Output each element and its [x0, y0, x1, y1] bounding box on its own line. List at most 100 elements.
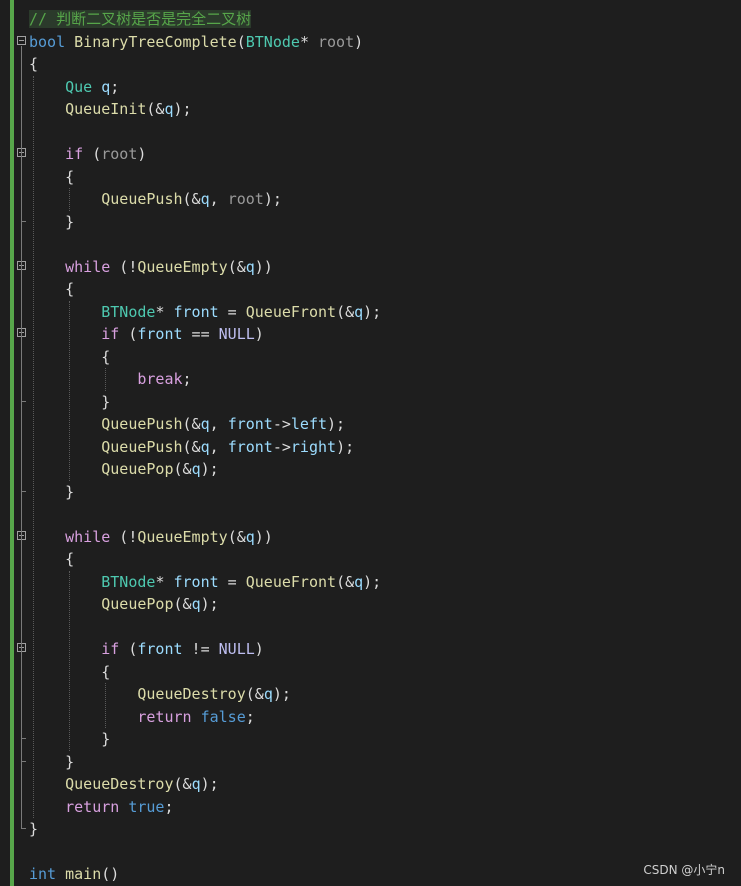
code-line[interactable]: BTNode* front = QueueFront(&q);	[0, 571, 741, 594]
code-area[interactable]: // 判断二叉树是否是完全二叉树 bool BinaryTreeComplete(…	[0, 8, 741, 886]
code-line[interactable]: break;	[0, 368, 741, 391]
code-token: );	[327, 415, 346, 433]
code-line[interactable]: if (front != NULL)	[0, 638, 741, 661]
code-line[interactable]: {	[0, 346, 741, 369]
code-token: BTNode	[101, 302, 156, 321]
code-line[interactable]: {	[0, 53, 741, 76]
outline-guide	[21, 158, 22, 221]
code-token: ;	[110, 77, 120, 96]
code-line[interactable]	[0, 121, 741, 144]
code-line-text: while (!QueueEmpty(&q))	[29, 526, 273, 549]
code-token: ))	[254, 527, 273, 546]
code-token: ;	[245, 707, 255, 726]
code-line[interactable]: QueuePop(&q);	[0, 593, 741, 616]
code-line[interactable]: }	[0, 818, 741, 841]
code-token: )	[254, 640, 264, 658]
code-token: BinaryTreeComplete	[74, 32, 237, 51]
code-line[interactable]: return true;	[0, 796, 741, 819]
code-line-text: {	[29, 166, 74, 189]
code-line[interactable]: QueueDestroy(&q);	[0, 683, 741, 706]
code-token: false	[200, 707, 246, 726]
code-token: (&	[146, 100, 165, 118]
code-token: return	[137, 707, 192, 726]
code-token: (!	[110, 257, 138, 276]
code-line[interactable]: return false;	[0, 706, 741, 729]
code-line[interactable]: QueuePop(&q);	[0, 458, 741, 481]
code-token: true	[128, 797, 165, 816]
code-line[interactable]: }	[0, 391, 741, 414]
collapse-region-icon[interactable]	[17, 35, 26, 45]
code-line[interactable]: }	[0, 481, 741, 504]
code-line-text: QueuePop(&q);	[29, 593, 218, 616]
code-token: (!	[110, 527, 138, 546]
code-line[interactable]: }	[0, 211, 741, 234]
code-token: (	[236, 32, 246, 51]
code-token: (	[119, 325, 138, 343]
code-token: while	[65, 527, 111, 546]
code-line-text: int main()	[29, 863, 119, 886]
code-line[interactable]: if (front == NULL)	[0, 323, 741, 346]
code-token: break	[137, 370, 183, 388]
code-token: !=	[182, 640, 219, 658]
code-line[interactable]: while (!QueueEmpty(&q))	[0, 256, 741, 279]
code-token: ,	[209, 415, 228, 433]
code-token: q	[245, 527, 255, 546]
code-token: ==	[182, 325, 219, 343]
code-token: ;	[182, 370, 192, 388]
code-line[interactable]	[0, 841, 741, 864]
code-line[interactable]: // 判断二叉树是否是完全二叉树	[0, 8, 741, 31]
code-line[interactable]	[0, 503, 741, 526]
code-token: q	[263, 685, 273, 703]
code-line[interactable]: if (root)	[0, 143, 741, 166]
code-line[interactable]: BTNode* front = QueueFront(&q);	[0, 301, 741, 324]
code-token: (	[83, 145, 102, 163]
code-line[interactable]: {	[0, 166, 741, 189]
indent-guide	[69, 570, 71, 751]
code-line-text: BTNode* front = QueueFront(&q);	[29, 571, 381, 594]
code-line[interactable]: QueuePush(&q, front->left);	[0, 413, 741, 436]
code-line[interactable]: int main()	[0, 863, 741, 886]
code-line[interactable]: }	[0, 728, 741, 751]
code-line[interactable]	[0, 616, 741, 639]
indent-guide	[33, 75, 34, 818]
code-line-text: break;	[29, 368, 192, 391]
code-token: front	[173, 572, 219, 591]
code-token: QueueInit	[65, 100, 147, 118]
code-line[interactable]: {	[0, 548, 741, 571]
code-line[interactable]: while (!QueueEmpty(&q))	[0, 526, 741, 549]
code-token: int	[29, 865, 57, 883]
code-line[interactable]	[0, 233, 741, 256]
code-line-text: QueuePop(&q);	[29, 458, 218, 481]
code-line[interactable]: QueueInit(&q);	[0, 98, 741, 121]
code-line[interactable]: QueueDestroy(&q);	[0, 773, 741, 796]
code-token: BTNode	[245, 32, 300, 51]
code-line[interactable]: QueuePush(&q, front->right);	[0, 436, 741, 459]
code-token: }	[29, 482, 75, 501]
code-line[interactable]: }	[0, 751, 741, 774]
code-line-text: Que q;	[29, 76, 119, 99]
code-line[interactable]: QueuePush(&q, root);	[0, 188, 741, 211]
code-line[interactable]: {	[0, 661, 741, 684]
code-token: (&	[182, 415, 201, 433]
code-token: );	[272, 685, 291, 703]
code-line[interactable]: Que q;	[0, 76, 741, 99]
code-token: (&	[173, 460, 192, 478]
indent-guide	[69, 188, 71, 211]
code-line[interactable]: {	[0, 278, 741, 301]
code-token: {	[29, 280, 75, 298]
code-token: (&	[227, 257, 246, 276]
watermark: CSDN @小宁n	[643, 863, 725, 877]
code-token: QueuePush	[101, 190, 183, 208]
code-token: front	[227, 437, 273, 456]
code-line[interactable]: bool BinaryTreeComplete(BTNode* root)	[0, 31, 741, 54]
code-token: root	[101, 145, 138, 163]
code-token: front	[137, 640, 183, 658]
